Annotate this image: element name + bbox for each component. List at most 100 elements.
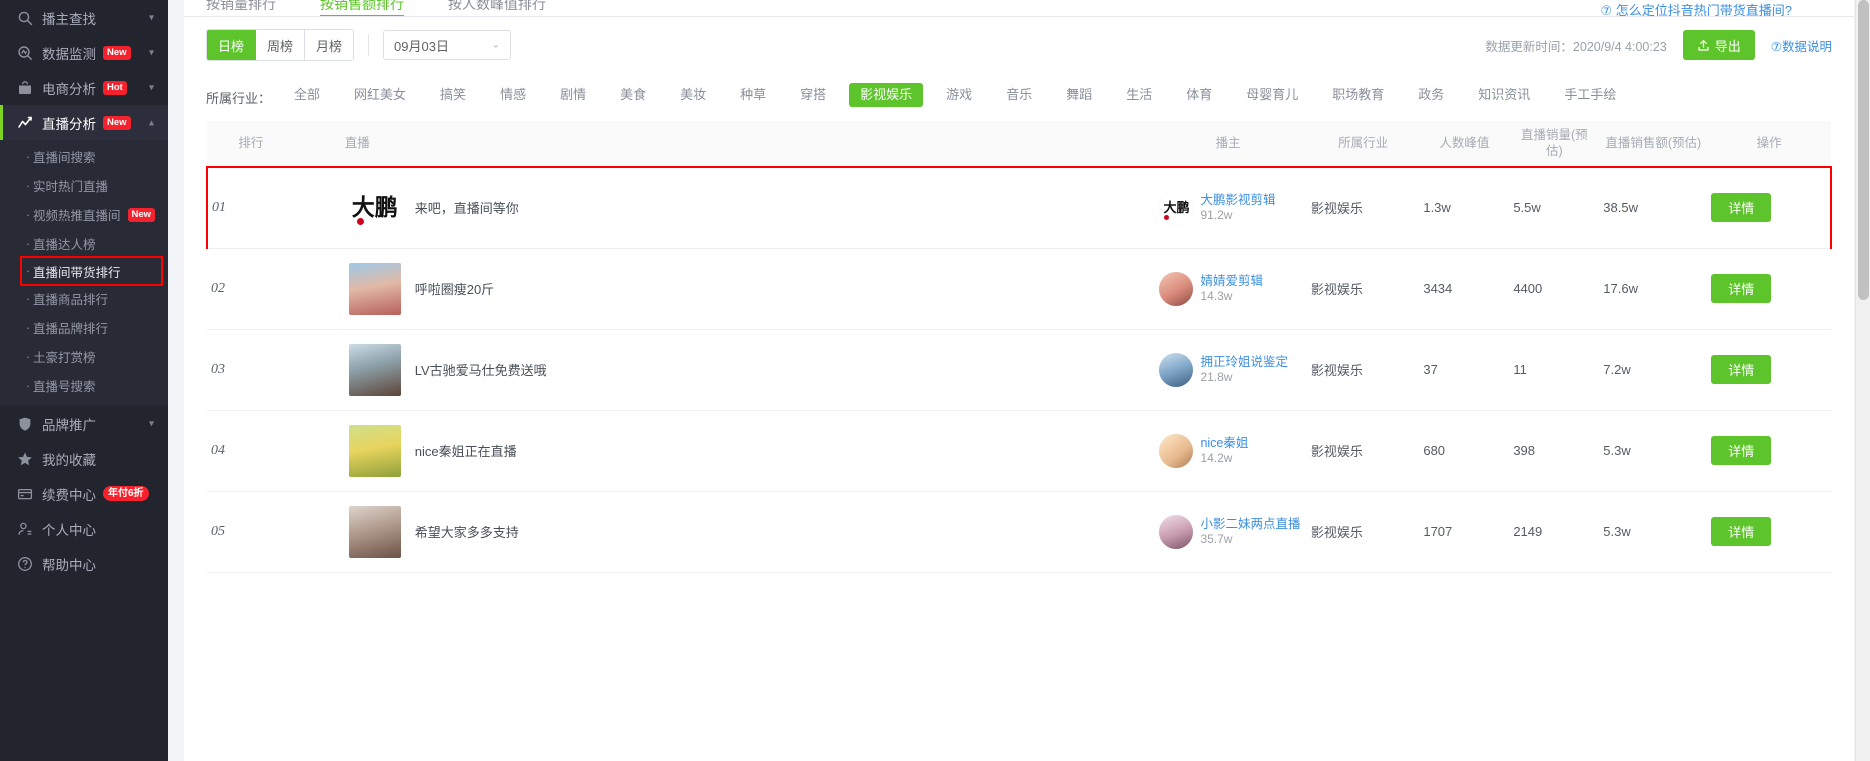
industry-tag[interactable]: 音乐	[995, 83, 1043, 107]
tab-by-revenue[interactable]: 按销售额排行	[320, 0, 404, 16]
detail-button[interactable]: 详情	[1711, 274, 1772, 303]
industry-tag[interactable]: 种草	[729, 83, 777, 107]
industry-tag[interactable]: 知识资讯	[1467, 83, 1541, 107]
sidebar-item-tycoon-reward-rank[interactable]: 土豪打赏榜	[0, 342, 168, 371]
sidebar-item-label: 播主查找	[42, 11, 96, 27]
industry-tag[interactable]: 美食	[609, 83, 657, 107]
host-name-link[interactable]: 拥正玲姐说鉴定	[1200, 354, 1288, 370]
cell-peak: 680	[1419, 410, 1510, 492]
sidebar-item-video-promoted-live[interactable]: 视频热推直播间 New	[0, 200, 168, 229]
cell-rank: 02	[207, 248, 295, 330]
sidebar-item-live-id-search[interactable]: 直播号搜索	[0, 371, 168, 400]
chevron-down-icon: ▾	[148, 47, 154, 58]
industry-tag[interactable]: 网红美女	[343, 83, 417, 107]
date-select[interactable]: 09月03日 ⌄	[383, 30, 512, 60]
detail-button[interactable]: 详情	[1711, 355, 1772, 384]
avatar[interactable]	[1159, 514, 1194, 549]
industry-tag-selected[interactable]: 影视娱乐	[849, 83, 924, 107]
industry-tag-all[interactable]: 全部	[283, 83, 331, 107]
industry-tag[interactable]: 舞蹈	[1055, 83, 1103, 107]
industry-tag[interactable]: 情感	[489, 83, 537, 107]
sidebar-item-live-room-search[interactable]: 直播间搜索	[0, 142, 168, 171]
sidebar-item-live-product-rank[interactable]: 直播商品排行	[0, 284, 168, 313]
table-row[interactable]: 04 nice秦姐正在直播 nice秦姐 14.2w 影视娱乐 680 398 …	[207, 410, 1831, 492]
live-thumbnail[interactable]	[348, 505, 401, 558]
industry-tag[interactable]: 游戏	[935, 83, 983, 107]
industry-tag[interactable]: 剧情	[549, 83, 597, 107]
sidebar-subitem-label: 实时热门直播	[33, 180, 109, 194]
live-thumbnail[interactable]	[348, 424, 401, 477]
cell-sales: 398	[1509, 410, 1600, 492]
industry-tag[interactable]: 政务	[1407, 83, 1455, 107]
tab-by-peak-viewers[interactable]: 按人数峰值排行	[448, 0, 546, 16]
avatar[interactable]: 大鹏	[1159, 190, 1194, 225]
sidebar-item-personal-center[interactable]: 个人中心	[0, 511, 168, 546]
cell-sales: 5.5w	[1509, 166, 1600, 249]
cell-rank: 04	[207, 410, 295, 492]
industry-tag[interactable]: 搞笑	[429, 83, 477, 107]
host-name-link[interactable]: 婧婧爱剪辑	[1200, 273, 1263, 289]
avatar[interactable]	[1159, 433, 1194, 468]
host-name-link[interactable]: 小影二妹两点直播	[1200, 516, 1300, 532]
table-row[interactable]: 02 呼啦圈瘦20斤 婧婧爱剪辑 14.3w 影视娱乐 3434 4400 17…	[207, 248, 1831, 330]
table-row[interactable]: 05 希望大家多多支持 小影二妹两点直播 35.7w 影视娱乐 1707 214…	[207, 491, 1831, 573]
sidebar-item-host-search[interactable]: 播主查找 ▾	[0, 0, 168, 35]
table-row[interactable]: 01 大鹏 来吧，直播间等你 大鹏 大鹏影视剪辑 91.2w 影视娱乐 1.3w…	[206, 166, 1832, 249]
sidebar-item-brand-promotion[interactable]: 品牌推广 ▾	[0, 406, 168, 441]
export-button[interactable]: 导出	[1682, 30, 1755, 60]
sidebar-item-renewal-center[interactable]: 续费中心 年付6折	[0, 476, 168, 511]
search-icon	[16, 9, 33, 26]
cell-host: 婧婧爱剪辑 14.3w	[1149, 248, 1307, 330]
badge-new: New	[103, 115, 131, 130]
rank-number: 01	[212, 200, 226, 216]
detail-button[interactable]: 详情	[1711, 193, 1772, 223]
industry-tag[interactable]: 美妆	[669, 83, 717, 107]
host-name-link[interactable]: 大鹏影视剪辑	[1200, 192, 1275, 208]
sidebar-item-my-favorites[interactable]: 我的收藏	[0, 441, 168, 476]
industry-tag[interactable]: 穿搭	[789, 83, 837, 107]
sidebar-item-realtime-hot-live[interactable]: 实时热门直播	[0, 171, 168, 200]
sidebar-item-live-analysis[interactable]: 直播分析 New ▴	[0, 105, 168, 140]
range-daily-button[interactable]: 日榜	[207, 30, 257, 60]
cell-peak: 3434	[1419, 248, 1510, 330]
avatar-art	[1159, 271, 1194, 306]
detail-button[interactable]: 详情	[1711, 517, 1772, 546]
avatar[interactable]	[1159, 271, 1194, 306]
page-scrollbar[interactable]	[1855, 0, 1870, 761]
tab-by-volume[interactable]: 按销量排行	[206, 0, 276, 16]
industry-tag[interactable]: 职场教育	[1321, 83, 1395, 107]
live-thumbnail[interactable]: 大鹏	[348, 181, 401, 234]
range-weekly-button[interactable]: 周榜	[256, 30, 306, 60]
help-link-hot-live-rooms[interactable]: ⑦ 怎么定位抖音热门带货直播间?	[1601, 0, 1793, 16]
industry-tag[interactable]: 手工手绘	[1553, 83, 1627, 107]
live-thumbnail[interactable]	[348, 262, 401, 315]
sidebar-item-live-talent-rank[interactable]: 直播达人榜	[0, 229, 168, 258]
sidebar-item-live-room-sales-rank[interactable]: 直播间带货排行	[20, 256, 163, 286]
column-header-action: 操作	[1707, 121, 1831, 167]
sidebar-item-label: 我的收藏	[42, 452, 96, 468]
range-monthly-button[interactable]: 月榜	[305, 30, 354, 60]
export-button-label: 导出	[1714, 38, 1741, 54]
detail-button[interactable]: 详情	[1711, 436, 1772, 465]
sidebar-subitem-label: 直播达人榜	[33, 238, 96, 252]
sidebar-item-ecommerce-analysis[interactable]: 电商分析 Hot ▾	[0, 70, 168, 105]
cell-gmv: 5.3w	[1599, 410, 1708, 492]
data-description-link[interactable]: ⑦数据说明	[1771, 36, 1832, 55]
industry-tag[interactable]: 母婴育儿	[1235, 83, 1309, 107]
host-name-link[interactable]: nice秦姐	[1200, 435, 1248, 451]
cell-gmv: 17.6w	[1599, 248, 1708, 330]
sidebar-item-help-center[interactable]: 帮助中心	[0, 546, 168, 581]
avatar-art: 大鹏	[1159, 190, 1194, 225]
industry-tag[interactable]: 生活	[1115, 83, 1163, 107]
thumbnail-art	[348, 262, 401, 315]
industry-tag[interactable]: 体育	[1175, 83, 1223, 107]
cell-action: 详情	[1707, 329, 1831, 411]
live-thumbnail[interactable]	[348, 343, 401, 396]
scrollbar-thumb[interactable]	[1858, 0, 1869, 300]
live-title: LV古驰爱马仕免费送哦	[414, 363, 547, 378]
sidebar-item-live-brand-rank[interactable]: 直播品牌排行	[0, 313, 168, 342]
sidebar-item-label: 直播分析	[42, 116, 96, 132]
avatar[interactable]	[1159, 352, 1194, 387]
table-row[interactable]: 03 LV古驰爱马仕免费送哦 拥正玲姐说鉴定 21.8w 影视娱乐 37 11 …	[207, 329, 1831, 411]
sidebar-item-data-monitor[interactable]: 数据监测 New ▾	[0, 35, 168, 70]
